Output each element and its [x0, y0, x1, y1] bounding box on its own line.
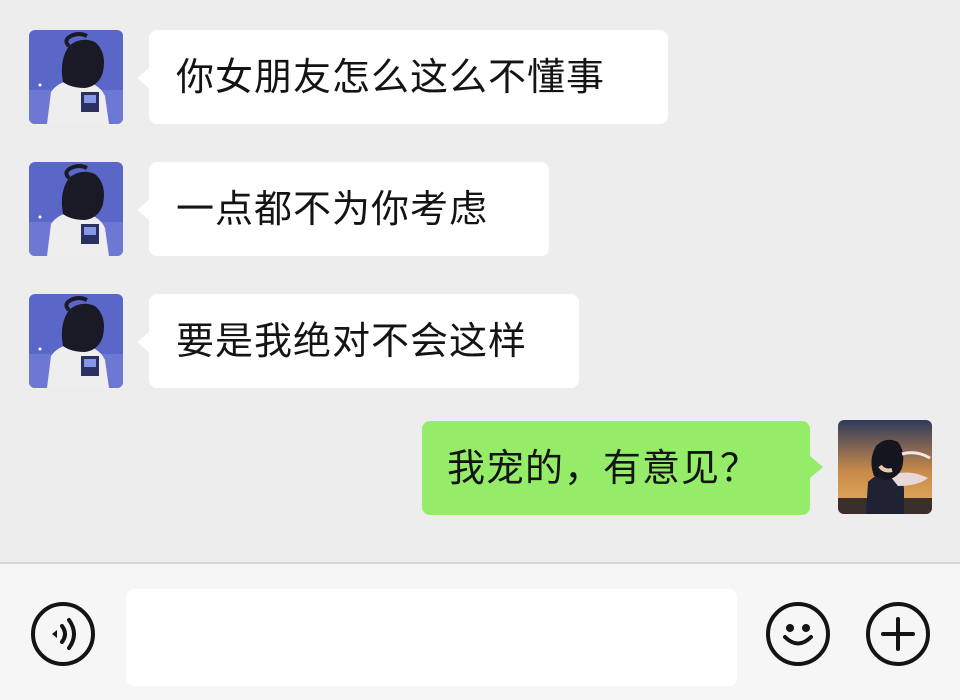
plus-icon: [881, 617, 915, 651]
chat-message-list[interactable]: 你女朋友怎么这么不懂事 一点都不为你考虑 要是我绝对不会这样 我宠的，有意见？: [0, 0, 960, 562]
friend-avatar[interactable]: [29, 294, 123, 388]
emoji-icon: [783, 624, 813, 646]
friend-avatar[interactable]: [29, 162, 123, 256]
emoji-button[interactable]: [766, 602, 830, 666]
message-text: 一点都不为你考虑: [176, 187, 489, 231]
message-input[interactable]: [126, 589, 737, 686]
voice-button[interactable]: [31, 602, 95, 666]
message-text: 你女朋友怎么这么不懂事: [176, 55, 606, 99]
chat-input-bar: [0, 564, 960, 700]
my-avatar[interactable]: [838, 420, 932, 514]
voice-icon: [52, 618, 76, 650]
plus-button[interactable]: [866, 602, 930, 666]
incoming-message-bubble[interactable]: 你女朋友怎么这么不懂事: [149, 30, 668, 124]
friend-avatar[interactable]: [29, 30, 123, 124]
friend-avatar-image: [29, 30, 123, 124]
friend-avatar-image: [29, 162, 123, 256]
message-text: 要是我绝对不会这样: [176, 319, 528, 363]
incoming-message-bubble[interactable]: 一点都不为你考虑: [149, 162, 549, 256]
friend-avatar-image: [29, 294, 123, 388]
incoming-message-bubble[interactable]: 要是我绝对不会这样: [149, 294, 579, 388]
my-avatar-image: [838, 420, 932, 514]
outgoing-message-bubble[interactable]: 我宠的，有意见？: [422, 421, 810, 515]
message-text: 我宠的，有意见？: [447, 446, 760, 490]
bubble-tail: [810, 456, 823, 478]
